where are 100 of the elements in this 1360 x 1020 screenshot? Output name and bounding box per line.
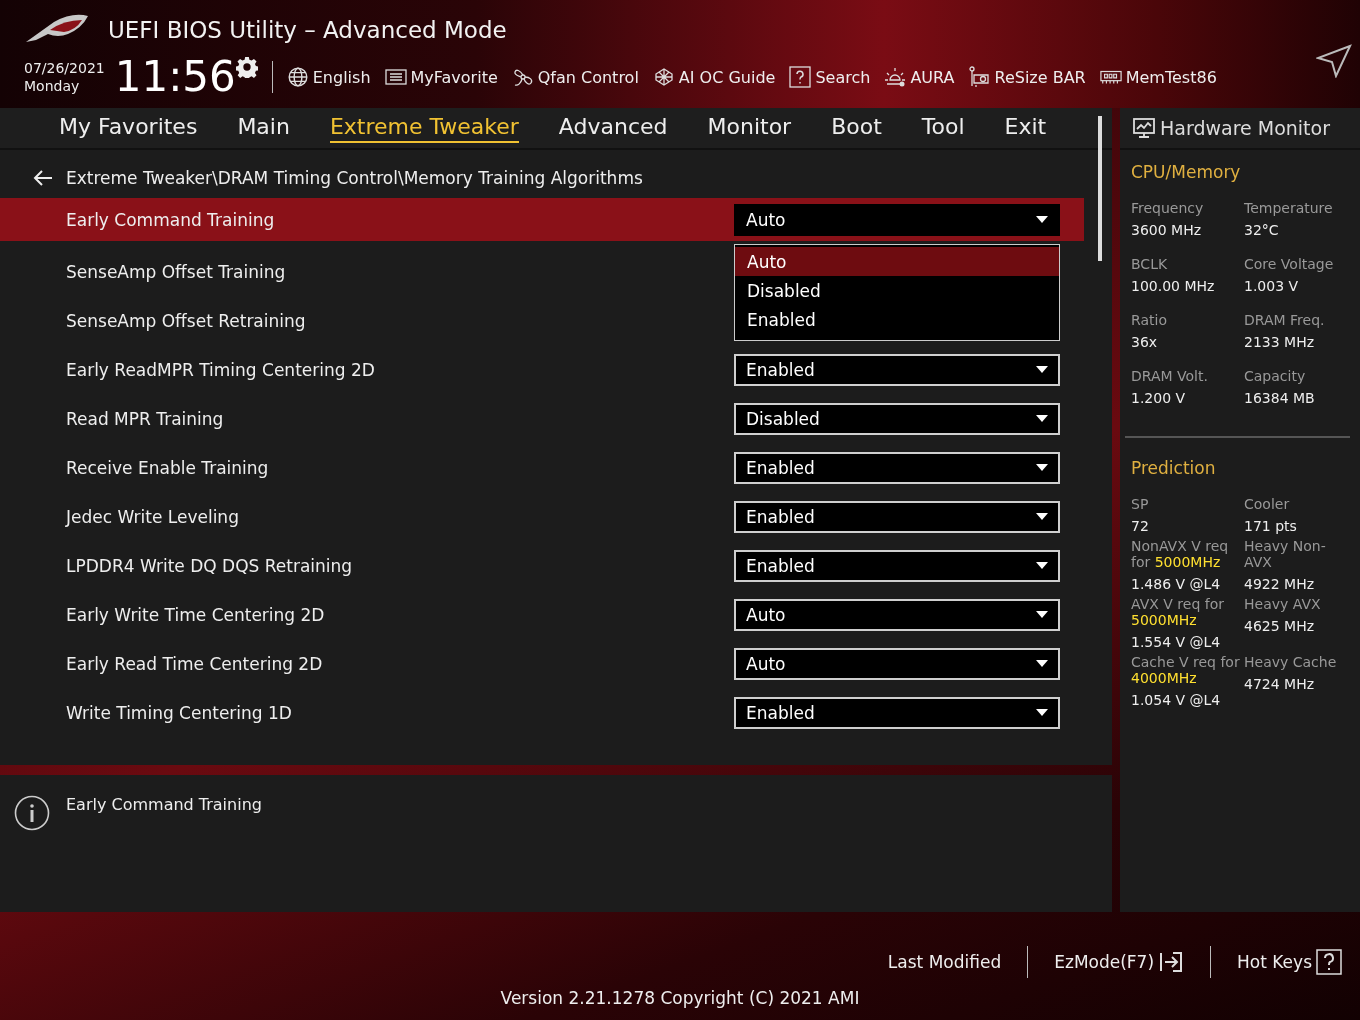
toolbar-item[interactable]: English	[286, 66, 371, 88]
breadcrumb-path: Extreme Tweaker\DRAM Timing Control\Memory Training Algorithms	[66, 168, 643, 188]
monitor-value: 4625 MHz	[1244, 618, 1316, 634]
window-title: UEFI BIOS Utility – Advanced Mode	[108, 17, 507, 43]
setting-dropdown[interactable]: Disabled	[734, 402, 1060, 435]
clock-time: 11:56	[114, 54, 236, 100]
setting-dropdown[interactable]: Auto	[734, 203, 1060, 236]
monitor-value: 3600 MHz	[1131, 222, 1203, 238]
dropdown-option[interactable]: Enabled	[735, 305, 1059, 334]
monitor-value: 16384 MB	[1244, 390, 1316, 406]
setting-dropdown[interactable]: Enabled	[734, 500, 1060, 533]
setting-dropdown[interactable]: Enabled	[734, 696, 1060, 729]
monitor-value: 1.003 V	[1244, 278, 1300, 294]
toolbar-item[interactable]: MemTest86	[1099, 66, 1217, 88]
monitor-value: 100.00 MHz	[1131, 278, 1216, 294]
toolbar-item[interactable]: AURA	[884, 66, 955, 88]
caret-icon	[1036, 562, 1048, 569]
caret-icon	[1036, 464, 1048, 471]
setting-row[interactable]: Early Write Time Centering 2D Auto	[0, 590, 1084, 639]
setting-label: Early Write Time Centering 2D	[66, 604, 326, 625]
back-arrow-icon[interactable]	[32, 168, 54, 188]
menu-tab[interactable]: Advanced	[558, 113, 668, 143]
menu-tab[interactable]: Boot	[831, 113, 882, 143]
caret-icon	[1036, 513, 1048, 520]
help-icon	[1316, 949, 1342, 975]
menu-tab[interactable]: Extreme Tweaker	[329, 113, 519, 143]
monitor-value: 1.200 V	[1131, 390, 1187, 406]
setting-row[interactable]: Early Command Training Auto	[0, 198, 1084, 241]
scrollbar[interactable]	[1098, 116, 1102, 261]
setting-row[interactable]: Read MPR Training Disabled	[0, 394, 1084, 443]
monitor-label: BCLK	[1131, 256, 1169, 272]
setting-label: Receive Enable Training	[66, 457, 270, 478]
toolbar-item[interactable]: ReSize BAR	[968, 66, 1086, 88]
monitor-label: Frequency	[1131, 200, 1205, 216]
menu-tab[interactable]: Exit	[1004, 113, 1047, 143]
monitor-value: 1.554 V @L4	[1131, 634, 1222, 650]
footer-button[interactable]: Hot Keys	[1237, 949, 1342, 975]
toolbar-item[interactable]: AI OC Guide	[652, 66, 776, 88]
monitor-label: Capacity	[1244, 368, 1307, 384]
date-text: 07/26/2021	[24, 59, 105, 77]
setting-dropdown[interactable]: Auto	[734, 598, 1060, 631]
monitor-value: 4922 MHz	[1244, 576, 1316, 592]
menu-tab[interactable]: Tool	[921, 113, 965, 143]
monitor-value: 32°C	[1244, 222, 1280, 238]
monitor-value: 2133 MHz	[1244, 334, 1316, 350]
version-text: Version 2.21.1278 Copyright (C) 2021 AMI	[500, 988, 860, 1008]
setting-row[interactable]: Jedec Write Leveling Enabled	[0, 492, 1084, 541]
footer-button[interactable]: Last Modified	[887, 952, 1002, 972]
monitor-label: AVX V req for 5000MHz	[1131, 596, 1225, 628]
setting-label: Early ReadMPR Timing Centering 2D	[66, 359, 376, 380]
setting-dropdown[interactable]: Enabled	[734, 451, 1060, 484]
settings-icon[interactable]	[235, 56, 258, 78]
exit-icon	[1158, 949, 1185, 975]
monitor-value: 4724 MHz	[1244, 676, 1316, 692]
monitor-label: Ratio	[1131, 312, 1168, 328]
setting-dropdown[interactable]: Auto	[734, 647, 1060, 680]
setting-label: Early Read Time Centering 2D	[66, 653, 324, 674]
toolbar-item[interactable]: Search	[789, 66, 871, 88]
graphics-card-icon	[968, 66, 991, 88]
toolbar-item[interactable]: Qfan Control	[511, 66, 639, 88]
cursor-icon	[1316, 44, 1352, 78]
toolbar-item[interactable]: MyFavorite	[384, 66, 498, 88]
day-text: Monday	[24, 77, 81, 95]
monitor-value: 1.486 V @L4	[1131, 576, 1222, 592]
monitor-label: Core Voltage	[1244, 256, 1335, 272]
menu-tab[interactable]: Monitor	[707, 113, 792, 143]
help-icon	[789, 66, 812, 88]
setting-row[interactable]: LPDDR4 Write DQ DQS Retraining Enabled	[0, 541, 1084, 590]
monitor-value: 36x	[1131, 334, 1159, 350]
dropdown-option[interactable]: Disabled	[735, 276, 1059, 305]
monitor-label: Cooler	[1244, 496, 1291, 512]
setting-row[interactable]: Early Read Time Centering 2D Auto	[0, 639, 1084, 688]
footer-button[interactable]: EzMode(F7)	[1054, 949, 1185, 975]
monitor-label: Temperature	[1244, 200, 1334, 216]
setting-row[interactable]: Receive Enable Training Enabled	[0, 443, 1084, 492]
setting-row[interactable]: Early ReadMPR Timing Centering 2D Enabled	[0, 345, 1084, 394]
section-title: CPU/Memory	[1131, 162, 1242, 182]
monitor-label: DRAM Volt.	[1131, 368, 1209, 384]
monitor-icon	[1132, 116, 1156, 140]
setting-row[interactable]: Write Timing Centering 1D Enabled	[0, 688, 1084, 737]
monitor-label: SP	[1131, 496, 1150, 512]
monitor-value: 1.054 V @L4	[1131, 692, 1222, 708]
caret-icon	[1036, 611, 1048, 618]
caret-icon	[1036, 660, 1048, 667]
setting-label[interactable]: SenseAmp Offset Training	[66, 261, 734, 282]
setting-dropdown[interactable]: Enabled	[734, 549, 1060, 582]
monitor-label: Heavy Non-AVX	[1244, 538, 1327, 570]
panel-title: Hardware Monitor	[1160, 117, 1330, 139]
setting-label[interactable]: SenseAmp Offset Retraining	[66, 310, 734, 331]
globe-icon	[286, 66, 309, 88]
section-title: Prediction	[1131, 458, 1217, 478]
menu-tab[interactable]: My Favorites	[59, 113, 198, 143]
menu-tab[interactable]: Main	[237, 113, 290, 143]
dropdown-option[interactable]: Auto	[735, 247, 1059, 276]
caret-icon	[1036, 415, 1048, 422]
info-icon	[14, 795, 50, 831]
setting-dropdown[interactable]: Enabled	[734, 353, 1060, 386]
monitor-value: 72	[1131, 518, 1150, 534]
chip-icon	[652, 66, 675, 88]
monitor-label: Heavy Cache	[1244, 654, 1338, 670]
